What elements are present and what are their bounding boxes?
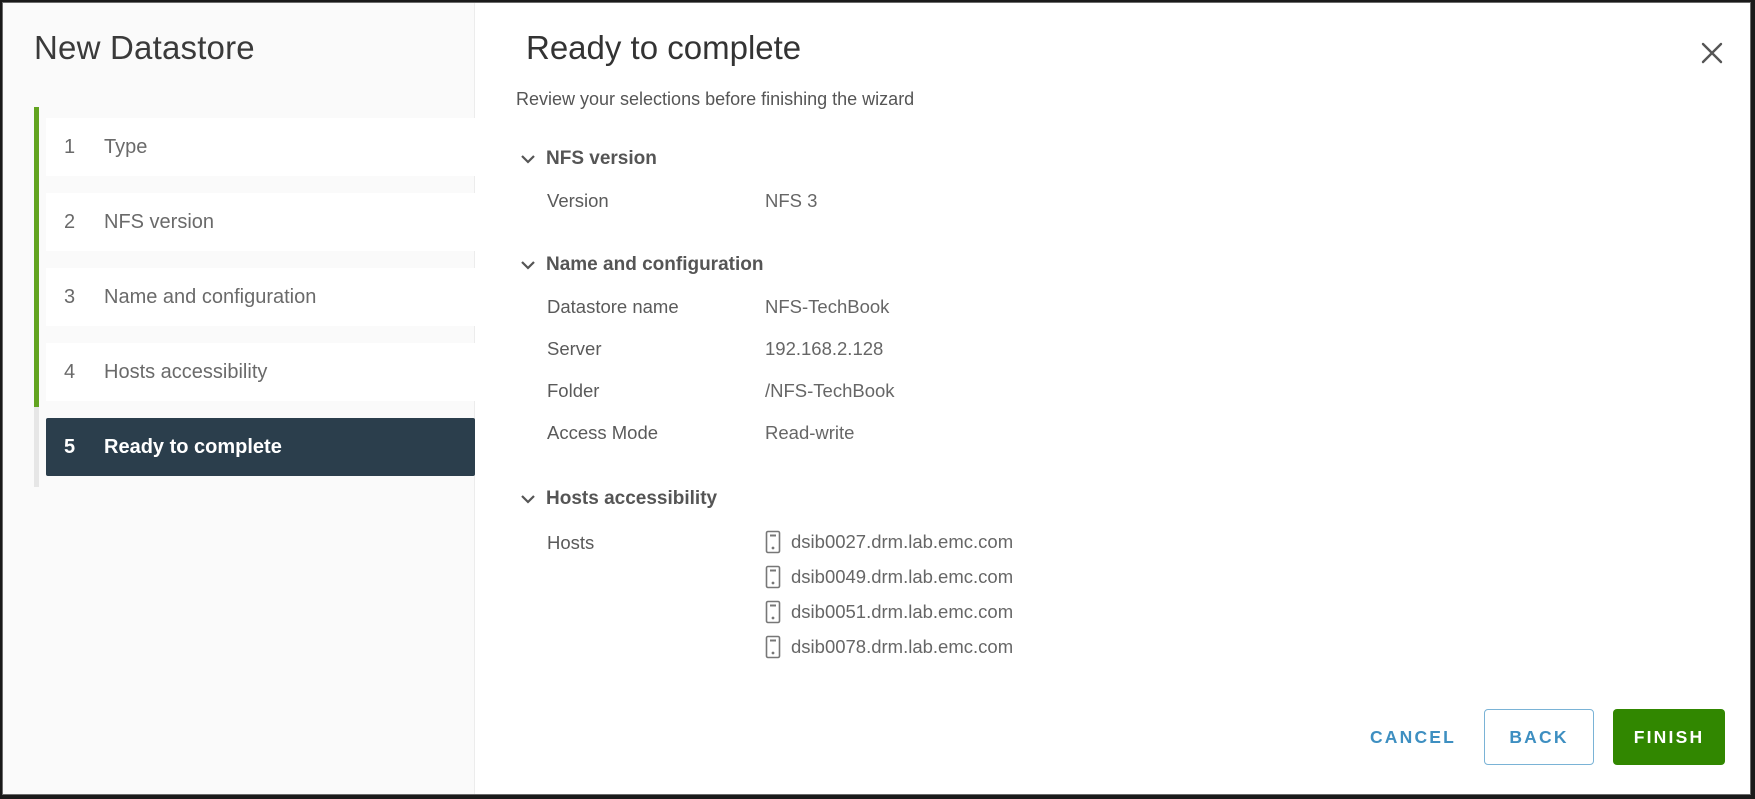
new-datastore-dialog: New Datastore 1 Type 2 NFS version 3 Nam…: [2, 2, 1751, 795]
cancel-button[interactable]: CANCEL: [1358, 709, 1468, 765]
step-label: NFS version: [104, 210, 215, 233]
row-value: Read-write: [765, 422, 855, 443]
section-nfs-version: NFS version Version NFS 3: [516, 146, 817, 222]
row-key: Server: [547, 338, 602, 359]
step-nfs-version[interactable]: 2 NFS version: [46, 193, 475, 251]
chevron-down-icon: [521, 155, 535, 164]
step-number: 5: [64, 435, 76, 458]
chevron-down-icon: [521, 261, 535, 270]
section-title: NFS version: [546, 148, 657, 169]
hosts-list: dsib0027.drm.lab.emc.com dsib0049.drm.la…: [765, 524, 1013, 664]
summary-row: Datastore name NFS-TechBook: [516, 286, 895, 328]
summary-row: Folder /NFS-TechBook: [516, 370, 895, 412]
summary-row: Access Mode Read-write: [516, 412, 895, 454]
step-hosts-accessibility[interactable]: 4 Hosts accessibility: [46, 343, 475, 401]
page-subtitle: Review your selections before finishing …: [516, 89, 915, 109]
close-icon: [1701, 42, 1723, 64]
back-button[interactable]: BACK: [1484, 709, 1594, 765]
step-label: Name and configuration: [104, 285, 317, 308]
step-number: 3: [64, 285, 76, 308]
section-toggle-name-and-configuration[interactable]: Name and configuration: [516, 252, 895, 278]
row-value: NFS 3: [765, 190, 818, 211]
section-toggle-hosts-accessibility[interactable]: Hosts accessibility: [516, 486, 1013, 512]
step-type[interactable]: 1 Type: [46, 118, 475, 176]
progress-track: [34, 107, 39, 487]
section-name-and-configuration: Name and configuration Datastore name NF…: [516, 252, 895, 454]
row-key: Version: [547, 190, 609, 211]
step-name-and-configuration[interactable]: 3 Name and configuration: [46, 268, 475, 326]
progress-fill: [34, 107, 39, 407]
host-item: dsib0078.drm.lab.emc.com: [765, 629, 1013, 664]
close-button[interactable]: [1698, 39, 1726, 67]
section-hosts-accessibility: Hosts accessibility Hosts dsib0027.drm.l…: [516, 486, 1013, 664]
host-item: dsib0027.drm.lab.emc.com: [765, 524, 1013, 559]
page-title: Ready to complete: [526, 29, 802, 66]
step-number: 1: [64, 135, 76, 158]
host-name: dsib0049.drm.lab.emc.com: [791, 565, 1014, 587]
finish-button[interactable]: FINISH: [1613, 709, 1725, 765]
step-label: Type: [104, 135, 148, 158]
step-ready-to-complete[interactable]: 5 Ready to complete: [46, 418, 475, 476]
row-key: Hosts: [547, 532, 595, 553]
host-server-icon: [765, 530, 781, 553]
host-name: dsib0051.drm.lab.emc.com: [791, 600, 1014, 622]
wizard-content: Ready to complete Review your selections…: [476, 3, 1750, 794]
host-name: dsib0078.drm.lab.emc.com: [791, 635, 1014, 657]
section-title: Name and configuration: [546, 254, 764, 275]
section-toggle-nfs-version[interactable]: NFS version: [516, 146, 817, 172]
step-label: Ready to complete: [104, 435, 282, 458]
summary-row: Hosts dsib0027.drm.lab.emc.com dsib0049.…: [516, 524, 1013, 664]
host-server-icon: [765, 635, 781, 658]
row-value: NFS-TechBook: [765, 296, 890, 317]
step-label: Hosts accessibility: [104, 360, 268, 383]
row-value: 192.168.2.128: [765, 338, 884, 359]
row-key: Folder: [547, 380, 600, 401]
row-value: /NFS-TechBook: [765, 380, 895, 401]
step-number: 2: [64, 210, 76, 233]
row-key: Datastore name: [547, 296, 679, 317]
host-item: dsib0049.drm.lab.emc.com: [765, 559, 1013, 594]
step-number: 4: [64, 360, 76, 383]
summary-row: Server 192.168.2.128: [516, 328, 895, 370]
summary-row: Version NFS 3: [516, 180, 817, 222]
host-name: dsib0027.drm.lab.emc.com: [791, 530, 1014, 552]
row-key: Access Mode: [547, 422, 659, 443]
host-server-icon: [765, 600, 781, 623]
wizard-title: New Datastore: [34, 29, 255, 66]
host-item: dsib0051.drm.lab.emc.com: [765, 594, 1013, 629]
section-title: Hosts accessibility: [546, 488, 718, 509]
host-server-icon: [765, 565, 781, 588]
wizard-sidebar: New Datastore 1 Type 2 NFS version 3 Nam…: [3, 3, 475, 794]
chevron-down-icon: [521, 495, 535, 504]
